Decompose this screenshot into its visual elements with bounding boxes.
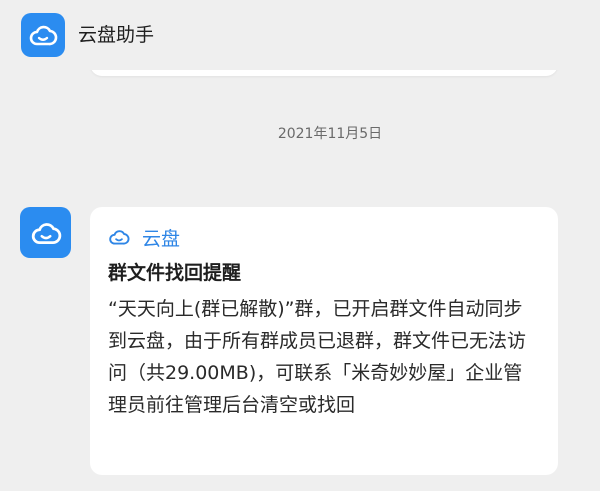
card-source-label: 云盘 (142, 227, 181, 250)
card-body: “天天向上(群已解散)”群，已开启群文件自动同步到云盘，由于所有群成员已退群，群… (108, 298, 527, 416)
chat-header: 云盘助手 (0, 0, 600, 70)
chat-title: 云盘助手 (78, 24, 155, 46)
card-title: 群文件找回提醒 (108, 262, 242, 284)
notification-card[interactable]: 云盘 群文件找回提醒 “天天向上(群已解散)”群，已开启群文件自动同步到云盘，由… (90, 207, 558, 475)
message-sender-avatar[interactable] (20, 207, 71, 258)
card-source: 云盘 (108, 223, 540, 251)
cloud-icon (29, 25, 58, 46)
cloud-icon (108, 226, 130, 248)
message-timestamp: 2021年11月5日 (277, 126, 383, 142)
assistant-avatar[interactable] (21, 13, 65, 57)
cloud-icon (31, 222, 61, 244)
